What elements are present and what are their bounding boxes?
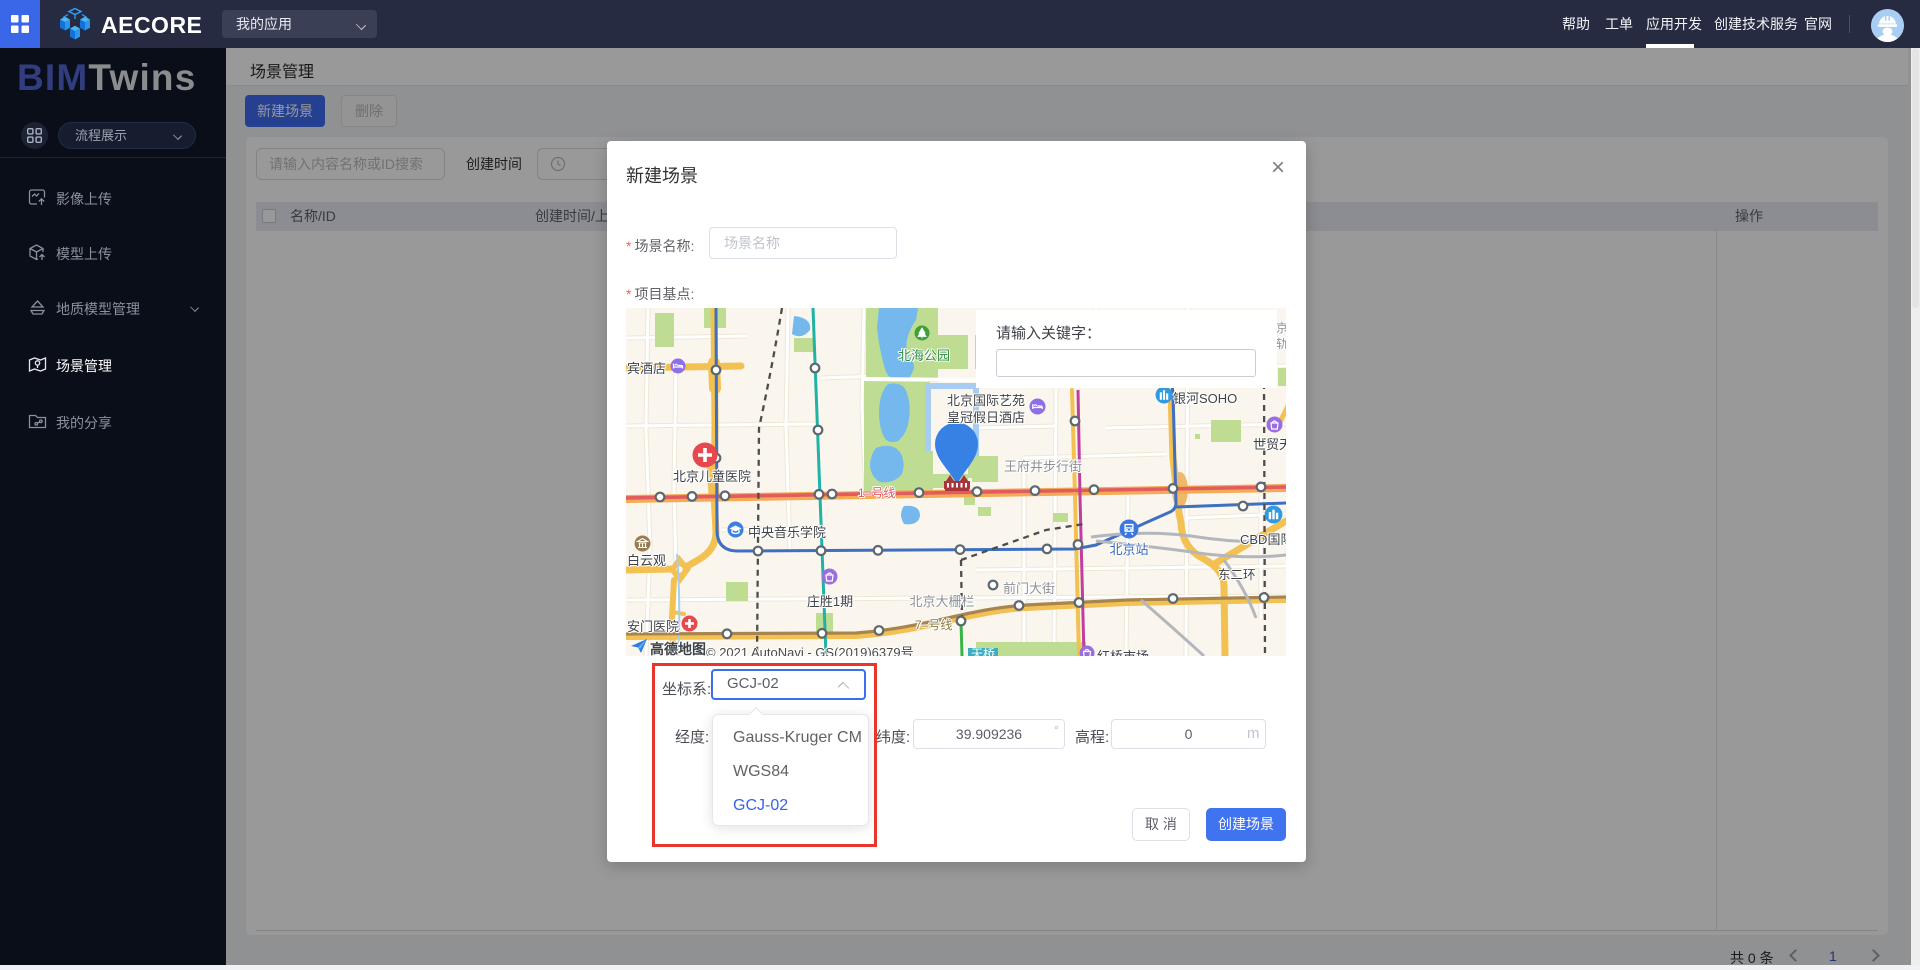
svg-text:天桥: 天桥 [971, 647, 995, 656]
